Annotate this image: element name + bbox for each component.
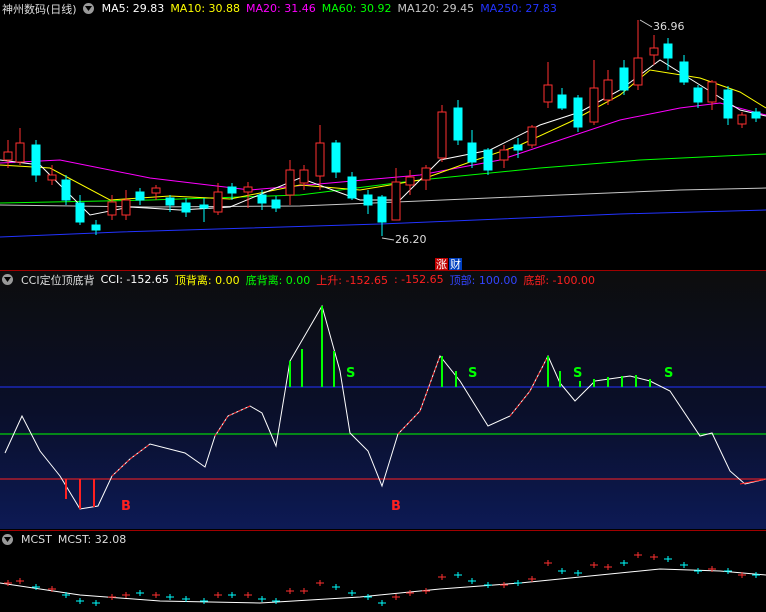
rise-segment [214,405,251,437]
candle-down [751,111,761,119]
candle-down [91,224,101,231]
candle-down [573,97,583,128]
candle-up [107,201,117,216]
candle-down [513,144,523,151]
candle-down [467,142,477,163]
price-header: 神州数码(日线) MA5: 29.83 MA10: 30.88 MA20: 31… [2,1,557,16]
candle-up [633,57,643,86]
rise-segment [739,478,766,485]
candle-up [285,169,295,196]
candle-up [299,169,309,184]
candle-up [707,81,717,103]
ma20-line [0,102,766,191]
candle-up [3,151,13,161]
candle-up [527,126,537,146]
candle-down [723,89,733,119]
rise-value: 上升: -152.65 [316,273,388,287]
candle-down [271,199,281,209]
candle-up [121,199,131,216]
candle-down [257,194,267,204]
rise-segment [111,443,151,477]
chevron-down-icon[interactable] [82,3,94,14]
sell-signal: S [468,366,478,381]
ma5-line [0,59,766,216]
sell-signal: S [664,366,674,381]
ma250-label: MA250: 27.83 [480,2,557,15]
candle-down [619,67,629,91]
bottom-level-value: 底部: -100.00 [523,273,596,287]
low-pointer [381,237,395,241]
candle-up [15,142,25,163]
candle-up [243,186,253,193]
mcst-pane[interactable]: MCST MCST: 32.08 [0,531,766,612]
sell-signal: S [573,366,583,381]
candle-down [663,43,673,59]
rise-segment [397,355,441,435]
top-level-value: 顶部: 100.00 [449,273,518,287]
candlestick-chart[interactable] [0,0,766,270]
candle-up [437,111,447,159]
buy-signal: B [121,499,131,514]
cci-chart[interactable] [0,271,766,529]
unnamed-value: : -152.65 [393,273,444,286]
cci-pane[interactable]: CCI定位顶底背 CCI: -152.65 顶背离: 0.00 底背离: 0.0… [0,271,766,529]
candle-up [47,174,57,181]
mcst-title: MCST [21,533,52,546]
chevron-down-icon[interactable] [2,274,13,285]
candle-down [135,191,145,201]
candle-up [737,114,747,125]
candle-up [543,84,553,103]
ma120-label: MA120: 29.45 [397,2,475,15]
candle-up [589,87,599,123]
candle-up [421,167,431,181]
sell-signal: S [346,366,356,381]
candle-down [75,202,85,223]
candle-down [363,194,373,206]
candle-down [181,202,191,213]
candle-down [31,144,41,176]
candle-down [693,87,703,103]
ma10-label: MA10: 30.88 [170,2,241,15]
price-pane[interactable]: 神州数码(日线) MA5: 29.83 MA10: 30.88 MA20: 31… [0,0,766,271]
candle-up [213,191,223,213]
ma5-label: MA5: 29.83 [101,2,165,15]
candle-down [679,61,689,83]
mcst-line [0,568,766,604]
mcst-header: MCST MCST: 32.08 [2,532,126,547]
rise-segment [509,355,549,417]
high-pointer [639,19,653,28]
cci-value: CCI: -152.65 [100,273,169,286]
candle-down [483,149,493,171]
candle-up [499,149,509,161]
ma20-label: MA20: 31.46 [246,2,316,15]
candle-down [61,179,71,201]
low-price-label: 26.20 [395,233,427,246]
candle-down [377,196,387,223]
candle-down [165,197,175,206]
candle-up [649,47,659,56]
candle-down [347,176,357,199]
candle-down [453,107,463,141]
candle-up [391,181,401,221]
ma10-line [0,69,766,201]
candle-down [227,186,237,194]
candle-up [603,79,613,101]
high-price-label: 36.96 [653,20,685,33]
mcst-value: MCST: 32.08 [57,533,127,546]
candle-down [199,204,209,209]
candle-up [315,142,325,177]
bottom-divergence-value: 底背离: 0.00 [245,273,311,287]
stock-title: 神州数码(日线) [2,2,77,16]
buy-signal: B [391,499,401,514]
candle-down [557,94,567,109]
chevron-down-icon[interactable] [2,534,13,545]
candle-up [405,176,415,186]
cci-title: CCI定位顶底背 [21,273,95,287]
cci-header: CCI定位顶底背 CCI: -152.65 顶背离: 0.00 底背离: 0.0… [2,272,595,287]
candle-up [151,187,161,194]
ma60-label: MA60: 30.92 [321,2,392,15]
candle-down [331,142,341,173]
top-divergence-value: 顶背离: 0.00 [174,273,240,287]
